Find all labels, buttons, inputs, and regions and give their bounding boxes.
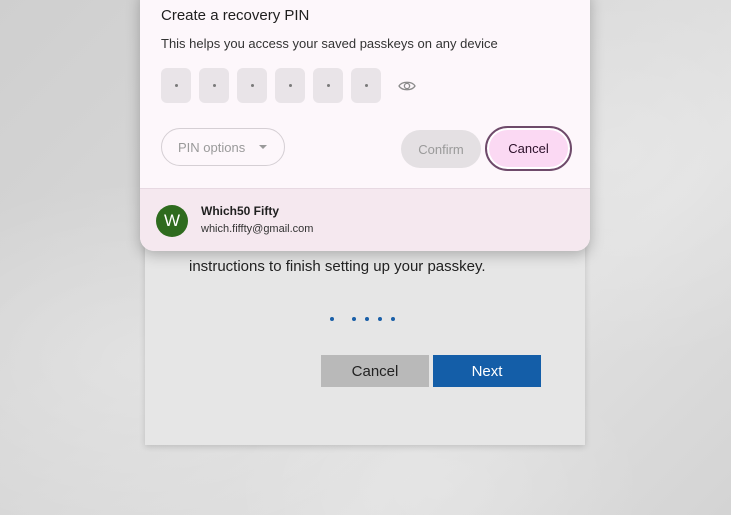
progress-dots — [330, 317, 404, 321]
pin-digit-field[interactable] — [275, 68, 305, 103]
pin-digit-field[interactable] — [313, 68, 343, 103]
pin-options-dropdown[interactable]: PIN options — [161, 128, 285, 166]
pin-options-label: PIN options — [178, 139, 246, 155]
eye-icon[interactable] — [397, 76, 417, 96]
background-next-button[interactable]: Next — [433, 355, 541, 387]
pin-digit-field[interactable] — [199, 68, 229, 103]
avatar: W — [156, 205, 188, 237]
pin-digit-field[interactable] — [351, 68, 381, 103]
background-cancel-button[interactable]: Cancel — [321, 355, 429, 387]
progress-dot — [352, 317, 356, 321]
dialog-subtitle: This helps you access your saved passkey… — [161, 36, 498, 51]
progress-dot — [365, 317, 369, 321]
progress-dot — [378, 317, 382, 321]
progress-dot — [391, 317, 395, 321]
recovery-pin-dialog: Create a recovery PIN This helps you acc… — [140, 0, 590, 251]
cancel-button[interactable]: Cancel — [485, 126, 572, 171]
account-name: Which50 Fifty — [201, 204, 280, 218]
chevron-down-icon — [259, 145, 268, 149]
pin-input-row — [161, 68, 417, 103]
pin-digit-field[interactable] — [161, 68, 191, 103]
progress-dot — [330, 317, 334, 321]
confirm-button[interactable]: Confirm — [401, 130, 481, 168]
account-row: W Which50 Fifty which.fiffty@gmail.com — [140, 188, 590, 251]
account-email: which.fiffty@gmail.com — [201, 223, 314, 235]
dialog-title: Create a recovery PIN — [161, 7, 310, 24]
background-instructions-text: instructions to finish setting up your p… — [189, 258, 486, 275]
pin-digit-field[interactable] — [237, 68, 267, 103]
